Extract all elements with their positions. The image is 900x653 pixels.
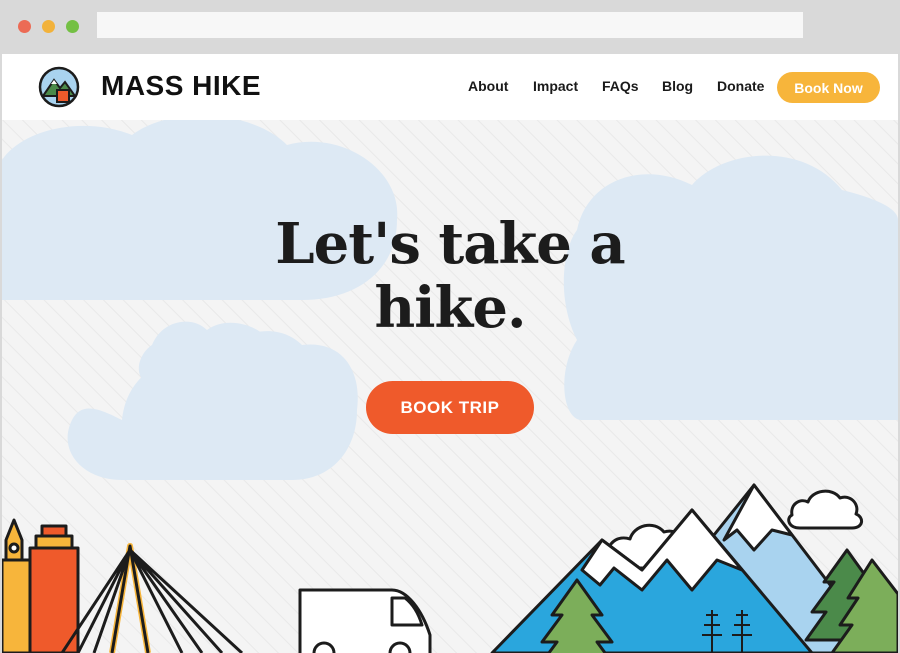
minimize-window-button[interactable] bbox=[42, 20, 55, 33]
nav-link-impact[interactable]: Impact bbox=[533, 78, 578, 94]
maximize-window-button[interactable] bbox=[66, 20, 79, 33]
nav-link-faqs[interactable]: FAQs bbox=[602, 78, 639, 94]
page: MASS HIKE About Impact FAQs Blog Donate … bbox=[2, 54, 898, 653]
book-trip-button[interactable]: BOOK TRIP bbox=[366, 381, 534, 434]
hero-headline: Let's take a hike. bbox=[2, 212, 898, 340]
close-window-button[interactable] bbox=[18, 20, 31, 33]
nav-link-about[interactable]: About bbox=[468, 78, 508, 94]
site-header: MASS HIKE About Impact FAQs Blog Donate … bbox=[2, 54, 898, 120]
nav-link-blog[interactable]: Blog bbox=[662, 78, 693, 94]
brand-name[interactable]: MASS HIKE bbox=[101, 70, 261, 102]
browser-chrome bbox=[0, 0, 900, 54]
book-now-button[interactable]: Book Now bbox=[777, 72, 880, 103]
hero-headline-line2: hike. bbox=[374, 275, 527, 341]
mountain-logo-icon[interactable] bbox=[38, 66, 80, 108]
address-bar[interactable] bbox=[97, 12, 803, 38]
hero-headline-line1: Let's take a bbox=[275, 211, 625, 277]
nav-link-donate[interactable]: Donate bbox=[717, 78, 764, 94]
